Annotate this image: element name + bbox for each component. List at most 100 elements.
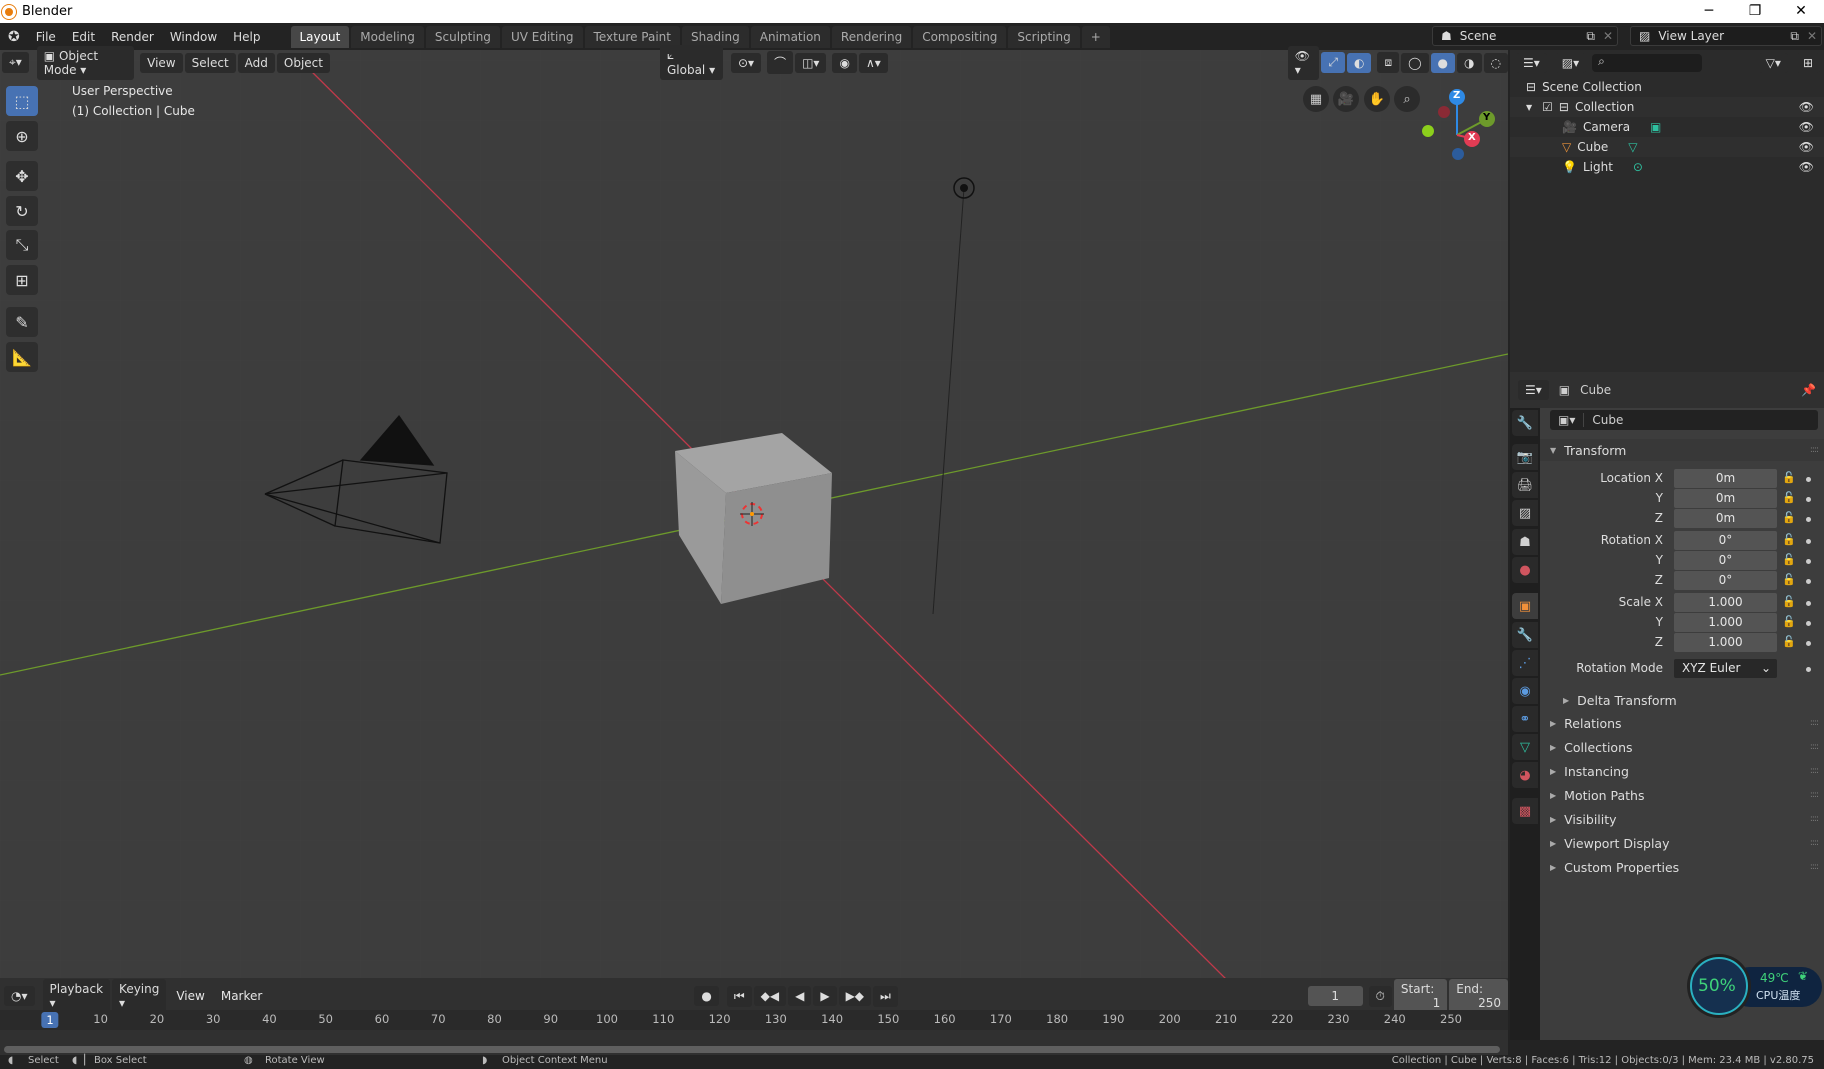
lock-icon[interactable]: 🔓 xyxy=(1782,635,1796,648)
transform-value-field[interactable]: 0m xyxy=(1674,469,1777,488)
transform-value-field[interactable]: 0m xyxy=(1674,489,1777,508)
scene-tab-icon[interactable]: ☗ xyxy=(1512,529,1538,555)
delete-view-layer-icon[interactable]: ✕ xyxy=(1803,29,1821,43)
pin-icon[interactable]: 📌 xyxy=(1801,383,1816,397)
orientation-selector[interactable]: ⟀ Global ▾ xyxy=(659,45,723,80)
start-frame-field[interactable]: Start: 1 xyxy=(1393,979,1448,1013)
transform-tool[interactable]: ⊞ xyxy=(6,265,38,295)
cursor-tool[interactable]: ⊕ xyxy=(6,121,38,151)
outliner-item-light[interactable]: 💡 Light ⊙ 👁 xyxy=(1510,157,1824,177)
toggle-grid-icon[interactable]: ▦ xyxy=(1303,86,1329,112)
tab-layout[interactable]: Layout xyxy=(290,25,350,48)
output-tab-icon[interactable]: 🖨 xyxy=(1512,472,1538,498)
lock-icon[interactable]: 🔓 xyxy=(1782,573,1796,586)
texture-tab-icon[interactable]: ▩ xyxy=(1512,798,1538,824)
pivot-icon[interactable]: ⊙▾ xyxy=(730,52,762,73)
menu-object[interactable]: Object xyxy=(276,52,330,73)
eye-icon[interactable]: 👁 xyxy=(1799,160,1814,174)
annotate-tool[interactable]: ✎ xyxy=(6,307,38,337)
tab-modeling[interactable]: Modeling xyxy=(351,25,424,48)
tab-scripting[interactable]: Scripting xyxy=(1008,25,1080,48)
lock-icon[interactable]: 🔓 xyxy=(1782,615,1796,628)
menu-playback[interactable]: Playback ▾ xyxy=(42,979,111,1013)
keyframe-dot[interactable] xyxy=(1806,559,1811,564)
object-tab-icon[interactable]: ▣ xyxy=(1512,593,1538,619)
filter-icon[interactable]: ▽▾ xyxy=(1758,53,1788,73)
solid-shading-icon[interactable]: ● xyxy=(1430,52,1456,73)
tab-uv-editing[interactable]: UV Editing xyxy=(501,25,583,48)
data-tab-icon[interactable]: ▽ xyxy=(1512,734,1538,760)
cpu-monitor-widget[interactable]: 50% 49℃ ❦ CPU温度 xyxy=(1690,955,1824,1015)
mode-selector[interactable]: ▣ Object Mode ▾ xyxy=(36,45,135,80)
keyframe-dot[interactable] xyxy=(1806,477,1811,482)
maximize-button[interactable]: ❐ xyxy=(1732,0,1778,23)
play-button[interactable]: ▶ xyxy=(813,986,837,1006)
tab-animation[interactable]: Animation xyxy=(750,25,830,48)
lock-icon[interactable]: 🔓 xyxy=(1782,553,1796,566)
menu-help[interactable]: Help xyxy=(225,30,268,44)
scale-tool[interactable]: ⤡ xyxy=(6,230,38,260)
display-mode-icon[interactable]: ☰▾ xyxy=(1516,53,1547,73)
lock-icon[interactable]: 🔓 xyxy=(1782,595,1796,608)
drag-grip-icon[interactable]: :::: xyxy=(1810,814,1819,824)
lock-icon[interactable]: 🔓 xyxy=(1782,511,1796,524)
drag-grip-icon[interactable]: :::: xyxy=(1810,766,1819,776)
modifier-tab-icon[interactable]: 🔧 xyxy=(1512,622,1538,648)
visibility-icon[interactable]: 👁▾ xyxy=(1287,45,1320,80)
menu-marker[interactable]: Marker xyxy=(221,989,262,1003)
physics-tab-icon[interactable]: ◉ xyxy=(1512,678,1538,704)
proportional-edit-icon[interactable]: ◉ xyxy=(832,52,857,73)
end-frame-field[interactable]: End: 250 xyxy=(1449,979,1508,1013)
keyframe-dot[interactable] xyxy=(1806,579,1811,584)
transform-value-field[interactable]: 0° xyxy=(1674,531,1777,550)
select-box-tool[interactable]: ⬚ xyxy=(6,86,38,116)
editor-type-icon[interactable]: ⌖▾ xyxy=(2,52,29,73)
editor-type-icon[interactable]: ☰▾ xyxy=(1518,380,1549,400)
tab-rendering[interactable]: Rendering xyxy=(831,25,912,48)
object-name-field[interactable]: ▣▾ Cube xyxy=(1550,410,1818,430)
keyframe-dot[interactable] xyxy=(1806,621,1811,626)
expand-icon[interactable]: ▼ xyxy=(1526,103,1532,112)
transform-panel-header[interactable]: ▼ Transform:::: xyxy=(1540,439,1824,461)
close-button[interactable]: ✕ xyxy=(1778,0,1824,23)
delta-transform-subpanel[interactable]: ▶ Delta Transform xyxy=(1553,689,1824,711)
view-layer-tab-icon[interactable]: ▨ xyxy=(1512,500,1538,526)
menu-render[interactable]: Render xyxy=(103,30,162,44)
outliner-search-input[interactable]: ⌕ xyxy=(1592,54,1703,72)
new-collection-icon[interactable]: ⊞ xyxy=(1795,53,1820,73)
snap-target-icon[interactable]: ◫▾ xyxy=(795,52,827,73)
record-button[interactable]: ● xyxy=(694,986,719,1006)
eye-icon[interactable]: 👁 xyxy=(1799,120,1814,134)
new-view-layer-icon[interactable]: ⧉ xyxy=(1786,29,1803,44)
3d-viewport[interactable]: Z Y X User Perspective (1) Collection | … xyxy=(0,50,1508,978)
measure-tool[interactable]: 📐 xyxy=(6,342,38,372)
move-tool[interactable]: ✥ xyxy=(6,161,38,191)
material-tab-icon[interactable]: ◕ xyxy=(1512,762,1538,788)
panel-instancing[interactable]: ▶ Instancing:::: xyxy=(1540,760,1824,782)
menu-keying[interactable]: Keying ▾ xyxy=(112,979,167,1013)
drag-grip-icon[interactable]: :::: xyxy=(1810,742,1819,752)
keyframe-dot[interactable] xyxy=(1806,601,1811,606)
panel-motion-paths[interactable]: ▶ Motion Paths:::: xyxy=(1540,784,1824,806)
lock-icon[interactable]: 🔓 xyxy=(1782,471,1796,484)
menu-view[interactable]: View xyxy=(176,989,204,1003)
outliner-item-camera[interactable]: 🎥 Camera ▣ 👁 xyxy=(1510,117,1824,137)
keyframe-dot[interactable] xyxy=(1806,517,1811,522)
new-scene-icon[interactable]: ⧉ xyxy=(1582,29,1599,44)
zoom-icon[interactable]: ⌕ xyxy=(1394,86,1420,112)
transform-value-field[interactable]: 1.000 xyxy=(1674,593,1777,612)
panel-custom-properties[interactable]: ▶ Custom Properties:::: xyxy=(1540,856,1824,878)
transform-value-field[interactable]: 1.000 xyxy=(1674,633,1777,652)
camera-view-icon[interactable]: 🎥 xyxy=(1333,86,1359,112)
drag-grip-icon[interactable]: :::: xyxy=(1810,790,1819,800)
tool-tab-icon[interactable]: 🔧 xyxy=(1512,410,1538,436)
panel-collections[interactable]: ▶ Collections:::: xyxy=(1540,736,1824,758)
panel-viewport-display[interactable]: ▶ Viewport Display:::: xyxy=(1540,832,1824,854)
lock-icon[interactable]: 🔓 xyxy=(1782,491,1796,504)
lock-icon[interactable]: 🔓 xyxy=(1782,533,1796,546)
view-layer-filter-icon[interactable]: ▨▾ xyxy=(1554,53,1587,73)
drag-grip-icon[interactable]: :::: xyxy=(1810,718,1819,728)
keyframe-dot[interactable] xyxy=(1806,667,1811,672)
scene-collection-row[interactable]: ⊟ Scene Collection xyxy=(1510,77,1824,97)
prev-keyframe-button[interactable]: ◆◀ xyxy=(753,986,787,1006)
